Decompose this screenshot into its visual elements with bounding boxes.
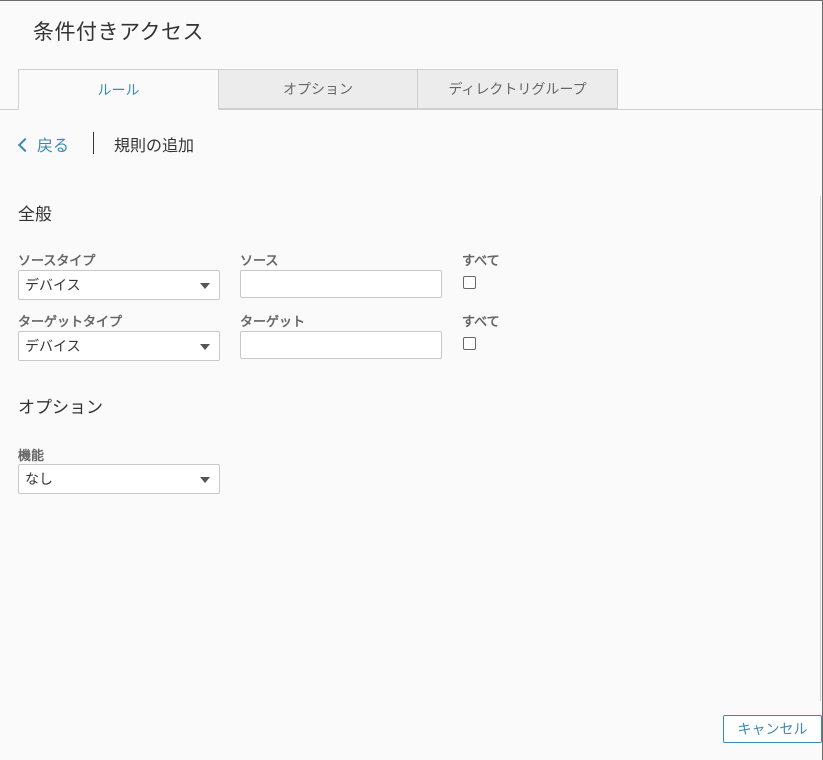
target-type-select[interactable]: デバイス: [18, 331, 220, 361]
target-all-checkbox[interactable]: [463, 337, 476, 350]
back-link-label: 戻る: [37, 136, 70, 155]
source-all-label: すべて: [462, 254, 500, 269]
tab-directory-groups[interactable]: ディレクトリグループ: [417, 69, 618, 109]
back-link[interactable]: 戻る: [17, 132, 70, 156]
source-label: ソース: [240, 254, 279, 269]
source-all-checkbox[interactable]: [463, 276, 476, 289]
caret-down-icon: [200, 283, 210, 289]
feature-select[interactable]: なし: [18, 464, 220, 494]
target-type-label: ターゲットタイプ: [18, 315, 123, 330]
source-type-label: ソースタイプ: [18, 254, 96, 269]
feature-label: 機能: [18, 449, 45, 464]
source-type-select[interactable]: デバイス: [18, 270, 220, 300]
source-type-value: デバイス: [25, 278, 81, 294]
section-heading-options: オプション: [18, 398, 103, 418]
caret-down-icon: [200, 477, 210, 483]
tab-options[interactable]: オプション: [218, 69, 418, 109]
page-title: 条件付きアクセス: [33, 20, 204, 44]
conditional-access-page: 条件付きアクセス ルール オプション ディレクトリグループ 戻る 規則の追加 全…: [0, 0, 823, 760]
target-type-value: デバイス: [25, 339, 81, 355]
target-input[interactable]: [240, 331, 442, 359]
caret-down-icon: [200, 344, 210, 350]
breadcrumb-current: 規則の追加: [114, 136, 195, 155]
breadcrumb-divider: [93, 132, 94, 154]
section-heading-general: 全般: [18, 205, 52, 225]
cancel-button[interactable]: キャンセル: [723, 715, 822, 743]
tab-rules[interactable]: ルール: [18, 69, 219, 110]
target-all-label: すべて: [462, 315, 500, 330]
tab-rules-label: ルール: [97, 82, 140, 99]
chevron-left-icon: [17, 137, 33, 152]
tab-directory-groups-label: ディレクトリグループ: [448, 82, 587, 98]
tab-bar: ルール オプション ディレクトリグループ: [0, 69, 822, 110]
tab-options-label: オプション: [283, 82, 353, 98]
target-label: ターゲット: [240, 315, 306, 330]
content-scroll-edge: [820, 196, 821, 701]
feature-value: なし: [25, 472, 53, 488]
cancel-button-label: キャンセル: [737, 722, 808, 738]
source-input[interactable]: [240, 270, 442, 298]
